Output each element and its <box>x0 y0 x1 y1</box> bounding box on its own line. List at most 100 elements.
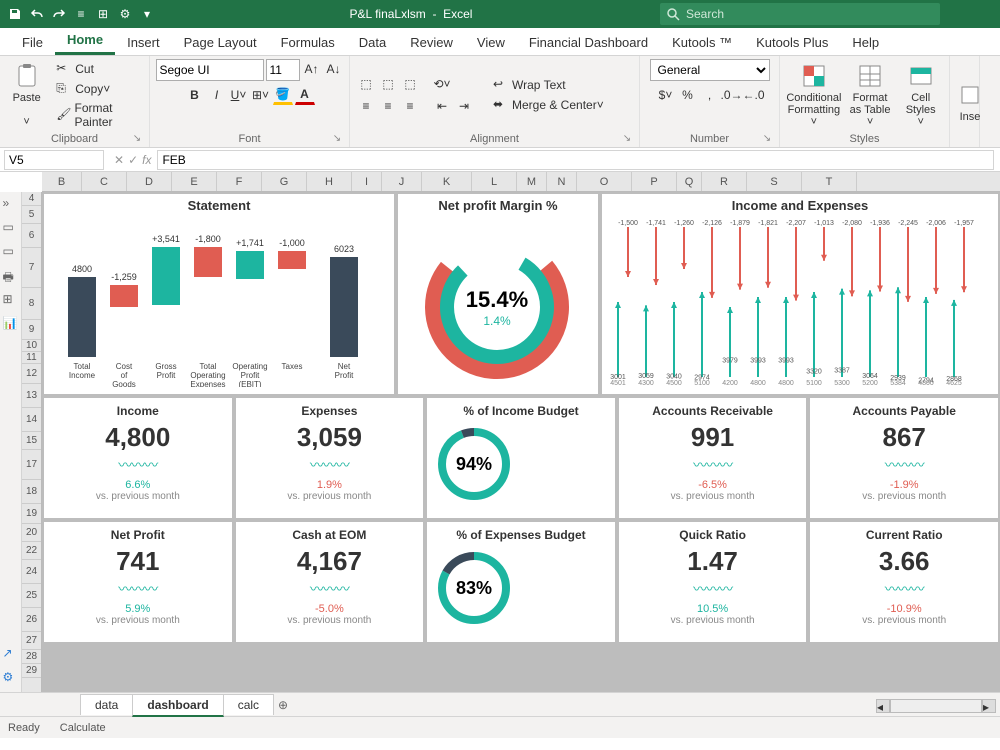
tab-help[interactable]: Help <box>840 29 891 55</box>
svg-text:-1,957: -1,957 <box>954 220 974 227</box>
font-launcher[interactable]: ↘ <box>331 133 343 145</box>
svg-text:-1,800: -1,800 <box>195 234 221 244</box>
align-center-icon[interactable]: ≡ <box>378 96 398 116</box>
copy-button[interactable]: ⎘Copy ˅ <box>53 80 143 98</box>
tab-view[interactable]: View <box>465 29 517 55</box>
tab-financial-dashboard[interactable]: Financial Dashboard <box>517 29 660 55</box>
tab-kutools-™[interactable]: Kutools ™ <box>660 29 744 55</box>
format-as-table-button[interactable]: Format as Table ˅ <box>848 62 893 128</box>
horizontal-scrollbar[interactable]: ◂ ▸ <box>876 698 996 714</box>
tab-data[interactable]: Data <box>347 29 398 55</box>
add-sheet-button[interactable]: ⊕ <box>273 698 293 712</box>
fill-color-button[interactable]: 🪣 <box>273 85 293 105</box>
sheet-tab-calc[interactable]: calc <box>223 694 274 715</box>
cell-styles-button[interactable]: Cell Styles ˅ <box>898 62 943 128</box>
scroll-right-icon[interactable]: ▸ <box>982 699 996 713</box>
tab-insert[interactable]: Insert <box>115 29 172 55</box>
sidebar-icon-5[interactable]: 📊 <box>3 316 19 332</box>
fx-icon[interactable]: fx <box>142 153 151 167</box>
cancel-formula-icon[interactable]: ✕ <box>114 153 124 167</box>
align-left-icon[interactable]: ≡ <box>356 96 376 116</box>
dec-decimal-icon[interactable]: ←.0 <box>744 85 764 105</box>
alignment-launcher[interactable]: ↘ <box>621 133 633 145</box>
svg-text:+1,741: +1,741 <box>236 238 264 248</box>
font-family-select[interactable] <box>156 59 264 81</box>
border-button[interactable]: ⊞˅ <box>251 85 271 105</box>
paste-button[interactable]: Paste˅ <box>6 62 47 128</box>
number-format-select[interactable]: General <box>650 59 770 81</box>
redo-icon[interactable] <box>50 5 68 23</box>
svg-text:Profit: Profit <box>241 371 260 380</box>
chart-title: Net profit Margin % <box>402 198 594 213</box>
formula-bar[interactable] <box>157 150 994 170</box>
align-top-icon[interactable]: ⬚ <box>356 74 376 94</box>
align-middle-icon[interactable]: ⬚ <box>378 74 398 94</box>
qat-icon-1[interactable]: ≡ <box>72 5 90 23</box>
svg-text:6023: 6023 <box>334 244 354 254</box>
cut-button[interactable]: ✂Cut <box>53 60 143 78</box>
tab-review[interactable]: Review <box>398 29 465 55</box>
qat-icon-2[interactable]: ⊞ <box>94 5 112 23</box>
sidebar-icon-4[interactable]: ⊞ <box>3 292 19 308</box>
tab-kutools-plus[interactable]: Kutools Plus <box>744 29 840 55</box>
enter-formula-icon[interactable]: ✓ <box>128 153 138 167</box>
sidebar-link-icon[interactable]: ↗ <box>3 646 19 662</box>
column-headers[interactable]: BCDEFGHIJKLMNOPQRST <box>42 172 1000 192</box>
window-title: P&L finaLxlsm - Excel <box>162 7 660 21</box>
sheet-tab-data[interactable]: data <box>80 694 133 715</box>
align-right-icon[interactable]: ≡ <box>400 96 420 116</box>
sheet-tabs: datadashboardcalc ⊕ ◂ ▸ <box>0 692 1000 716</box>
format-painter-button[interactable]: 🖌Format Painter <box>53 100 143 130</box>
comma-icon[interactable]: , <box>700 85 720 105</box>
ribbon: Paste˅ ✂Cut ⎘Copy ˅ 🖌Format Painter Clip… <box>0 56 1000 148</box>
bold-button[interactable]: B <box>185 85 205 105</box>
kpi-current-ratio: Current Ratio 3.66 〰〰〰 -10.9% vs. previo… <box>810 522 998 642</box>
svg-text:4800: 4800 <box>918 380 934 387</box>
cell-styles-icon <box>907 62 935 90</box>
orientation-icon[interactable]: ⟲˅ <box>432 74 452 94</box>
underline-button[interactable]: U˅ <box>229 85 249 105</box>
clipboard-launcher[interactable]: ↘ <box>131 133 143 145</box>
merge-center-button[interactable]: ⬌Merge & Center ˅ <box>490 96 607 114</box>
name-box[interactable] <box>4 150 104 170</box>
currency-icon[interactable]: $˅ <box>656 85 676 105</box>
indent-inc-icon[interactable]: ⇥ <box>454 96 474 116</box>
inc-decimal-icon[interactable]: .0→ <box>722 85 742 105</box>
svg-text:5100: 5100 <box>806 380 822 387</box>
align-bottom-icon[interactable]: ⬚ <box>400 74 420 94</box>
svg-text:Net: Net <box>338 362 351 371</box>
sheet-area[interactable]: Statement 4800 -1,259 +3,541 -1,800 +1,7… <box>42 192 1000 692</box>
undo-icon[interactable] <box>28 5 46 23</box>
conditional-formatting-button[interactable]: Conditional Formatting ˅ <box>786 62 842 128</box>
grow-font-icon[interactable]: A↑ <box>302 59 322 79</box>
italic-button[interactable]: I <box>207 85 227 105</box>
svg-text:Total: Total <box>74 362 91 371</box>
shrink-font-icon[interactable]: A↓ <box>324 59 344 79</box>
status-ready: Ready <box>8 722 40 734</box>
brush-icon: 🖌 <box>56 107 71 123</box>
sidebar-icon-3[interactable]: 🖶 <box>3 268 19 284</box>
font-color-button[interactable]: A <box>295 85 315 105</box>
sheet-tab-dashboard[interactable]: dashboard <box>132 694 223 717</box>
indent-dec-icon[interactable]: ⇤ <box>432 96 452 116</box>
qat-more-icon[interactable]: ▾ <box>138 5 156 23</box>
tab-formulas[interactable]: Formulas <box>269 29 347 55</box>
save-icon[interactable] <box>6 5 24 23</box>
wrap-text-button[interactable]: ↩Wrap Text <box>490 76 607 94</box>
sidebar-expand-icon[interactable]: » <box>3 196 19 212</box>
sidebar-icon-2[interactable]: ▭ <box>3 244 19 260</box>
number-launcher[interactable]: ↘ <box>761 133 773 145</box>
font-size-select[interactable] <box>266 59 300 81</box>
qat-icon-3[interactable]: ⚙ <box>116 5 134 23</box>
tab-page-layout[interactable]: Page Layout <box>172 29 269 55</box>
tab-file[interactable]: File <box>10 29 55 55</box>
tab-home[interactable]: Home <box>55 26 115 55</box>
ribbon-tabs: FileHomeInsertPage LayoutFormulasDataRev… <box>0 28 1000 56</box>
sidebar-icon-1[interactable]: ▭ <box>3 220 19 236</box>
row-headers[interactable]: 4567891011121314151718192022242526272829 <box>22 192 42 692</box>
sidebar-gear-icon[interactable]: ⚙ <box>3 670 19 686</box>
percent-icon[interactable]: % <box>678 85 698 105</box>
scroll-left-icon[interactable]: ◂ <box>876 699 890 713</box>
insert-button[interactable]: Inse <box>956 81 984 123</box>
search-input[interactable]: Search <box>660 3 940 25</box>
